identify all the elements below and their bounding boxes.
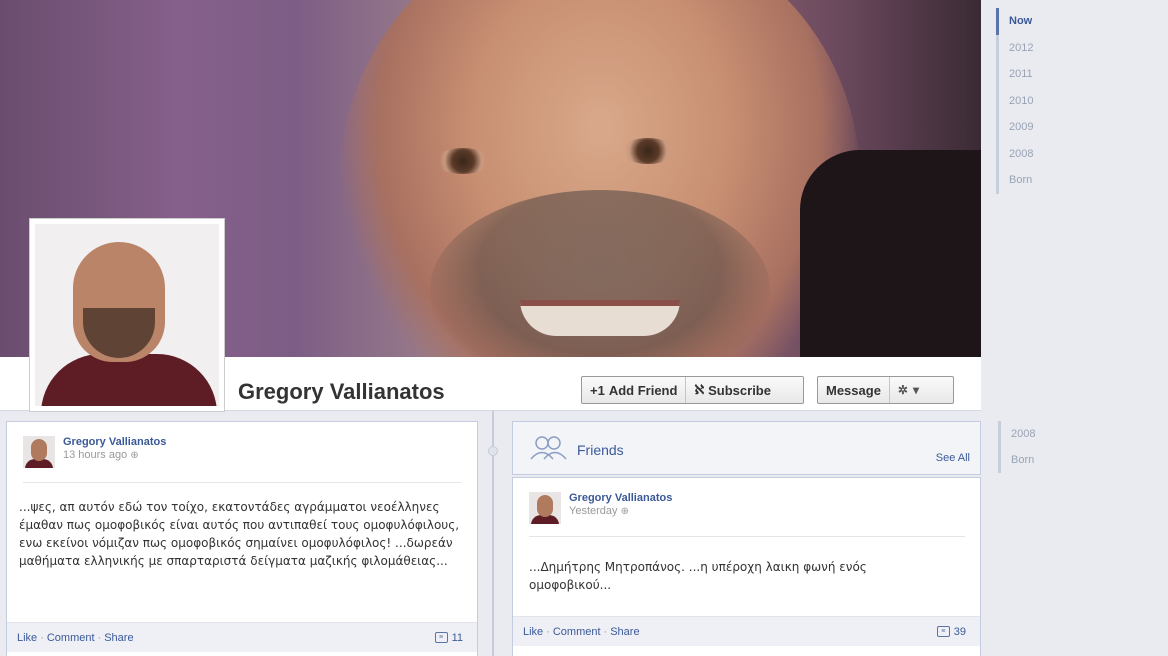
timeline-item-2011[interactable]: 2011 bbox=[996, 61, 1076, 88]
cover-eye-right bbox=[620, 138, 676, 164]
cover-eye-left bbox=[435, 148, 491, 174]
like-link[interactable]: Like bbox=[17, 632, 37, 644]
timeline-nav-secondary: 2008 Born bbox=[998, 421, 1078, 473]
timeline-spine-dot bbox=[488, 446, 498, 456]
comment-count[interactable]: ≡ 11 bbox=[434, 631, 463, 644]
post-text: ...ψες, απ αυτόν εδώ τον τοίχο, εκατοντά… bbox=[19, 500, 460, 568]
add-friend-button[interactable]: +1 Add Friend bbox=[582, 377, 685, 403]
post-card: Gregory Vallianatos Yesterday ⊕ ...Δημήτ… bbox=[512, 477, 981, 656]
timeline-item-now[interactable]: Now bbox=[996, 8, 1076, 35]
post-card: Gregory Vallianatos 13 hours ago ⊕ ...ψε… bbox=[6, 421, 478, 656]
post-time[interactable]: 13 hours ago bbox=[63, 449, 127, 461]
comment-link[interactable]: Comment bbox=[553, 626, 601, 638]
avatar[interactable] bbox=[23, 436, 55, 468]
profile-name[interactable]: Gregory Vallianatos bbox=[238, 379, 445, 405]
post-actions-bar: Like · Comment · Share ≡ 11 bbox=[7, 622, 477, 652]
post-meta: Yesterday ⊕ bbox=[569, 505, 672, 517]
share-link[interactable]: Share bbox=[610, 626, 639, 638]
add-friend-label: Add Friend bbox=[608, 382, 678, 398]
add-friend-icon: +1 bbox=[590, 382, 605, 398]
like-link[interactable]: Like bbox=[523, 626, 543, 638]
divider bbox=[23, 482, 461, 483]
post-time[interactable]: Yesterday bbox=[569, 505, 618, 517]
friends-title[interactable]: Friends bbox=[577, 442, 624, 458]
friend-actions-group: +1 Add Friend ℵ Subscribe bbox=[581, 376, 804, 404]
comment-icon: ≡ bbox=[434, 632, 448, 643]
gear-icon: ✲ bbox=[897, 383, 908, 397]
timeline-item-2010[interactable]: 2010 bbox=[996, 87, 1076, 114]
timeline-nav: Now 2012 2011 2010 2009 2008 Born bbox=[996, 8, 1076, 194]
profile-photo bbox=[35, 224, 219, 406]
post-header: Gregory Vallianatos 13 hours ago ⊕ bbox=[23, 436, 166, 468]
timeline-item-born-secondary[interactable]: Born bbox=[998, 447, 1078, 473]
comment-count[interactable]: ≡ 39 bbox=[936, 625, 966, 638]
message-label: Message bbox=[826, 382, 881, 398]
timeline-item-2012[interactable]: 2012 bbox=[996, 34, 1076, 61]
comment-link[interactable]: Comment bbox=[47, 632, 95, 644]
post-text: ...Δημήτρης Μητροπάνος. ...η υπέροχη λαι… bbox=[529, 560, 867, 592]
profile-picture[interactable] bbox=[29, 218, 225, 412]
avatar[interactable] bbox=[529, 492, 561, 524]
post-header: Gregory Vallianatos Yesterday ⊕ bbox=[529, 492, 672, 524]
timeline-item-2009[interactable]: 2009 bbox=[996, 114, 1076, 141]
post-author[interactable]: Gregory Vallianatos bbox=[63, 436, 166, 448]
comment-count-value: 39 bbox=[953, 625, 966, 638]
message-button[interactable]: Message bbox=[818, 377, 889, 403]
share-link[interactable]: Share bbox=[104, 632, 133, 644]
subscribe-label: Subscribe bbox=[708, 382, 771, 398]
timeline-item-2008-secondary[interactable]: 2008 bbox=[998, 421, 1078, 447]
timeline-item-2008[interactable]: 2008 bbox=[996, 140, 1076, 167]
settings-dropdown-button[interactable]: ✲ ▾ bbox=[888, 377, 927, 403]
post-meta: 13 hours ago ⊕ bbox=[63, 449, 166, 461]
chevron-down-icon: ▾ bbox=[912, 383, 920, 397]
subscribe-button[interactable]: ℵ Subscribe bbox=[685, 377, 779, 403]
divider bbox=[529, 536, 965, 537]
comment-count-value: 11 bbox=[451, 631, 463, 644]
globe-icon: ⊕ bbox=[130, 450, 139, 461]
post-author[interactable]: Gregory Vallianatos bbox=[569, 492, 672, 504]
rss-icon: ℵ bbox=[694, 382, 705, 397]
cover-mouth bbox=[520, 300, 680, 336]
friends-box: Friends See All bbox=[512, 421, 981, 475]
friends-icon bbox=[530, 436, 567, 460]
cover-coat bbox=[800, 150, 981, 357]
message-actions-group: Message ✲ ▾ bbox=[817, 376, 954, 404]
see-all-link[interactable]: See All bbox=[936, 452, 970, 464]
timeline-item-born[interactable]: Born bbox=[996, 167, 1076, 194]
post-actions-bar: Like · Comment · Share ≡ 39 bbox=[513, 616, 980, 646]
comment-icon: ≡ bbox=[936, 626, 950, 637]
globe-icon: ⊕ bbox=[620, 506, 629, 517]
